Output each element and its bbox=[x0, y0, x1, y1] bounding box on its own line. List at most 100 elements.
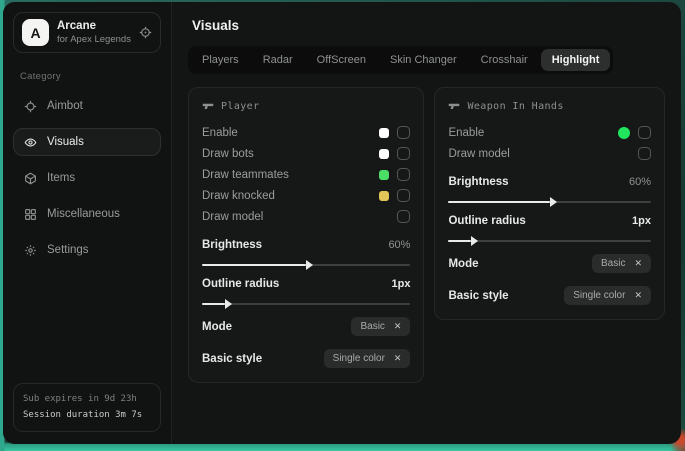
panel-title: Weapon In Hands bbox=[467, 101, 563, 112]
weapon-in-hands-panel: Weapon In Hands Enable Draw model bbox=[434, 87, 665, 320]
draw-teammates-checkbox[interactable] bbox=[397, 168, 410, 181]
eye-icon bbox=[24, 136, 37, 149]
close-icon[interactable]: ✕ bbox=[394, 353, 402, 364]
close-icon[interactable]: ✕ bbox=[634, 258, 642, 269]
tag-value: Single color bbox=[573, 290, 625, 301]
toggle-row-draw-bots: Draw bots bbox=[202, 143, 410, 164]
gun-icon bbox=[202, 100, 214, 112]
sidebar-item-aimbot[interactable]: Aimbot bbox=[13, 92, 161, 120]
session-duration-text: Session duration 3m 7s bbox=[23, 408, 151, 423]
basic-style-row: Basic style Single color ✕ bbox=[202, 348, 410, 369]
draw-bots-checkbox[interactable] bbox=[397, 147, 410, 160]
slider-label: Brightness bbox=[202, 239, 262, 251]
sidebar: A Arcane for Apex Legends Category Aimbo… bbox=[3, 2, 172, 444]
highlight-content: Player Enable Draw bots bbox=[188, 87, 665, 383]
target-icon[interactable] bbox=[139, 26, 152, 39]
enable-checkbox[interactable] bbox=[397, 126, 410, 139]
sidebar-item-items[interactable]: Items bbox=[13, 164, 161, 192]
cube-icon bbox=[24, 172, 37, 185]
tab-highlight[interactable]: Highlight bbox=[541, 49, 611, 71]
toggle-label: Enable bbox=[448, 127, 484, 139]
slider-thumb[interactable] bbox=[550, 197, 557, 207]
sidebar-item-visuals[interactable]: Visuals bbox=[13, 128, 161, 156]
slider-value: 60% bbox=[629, 176, 651, 188]
close-icon[interactable]: ✕ bbox=[634, 290, 642, 301]
toggle-label: Draw bots bbox=[202, 148, 254, 160]
sidebar-item-settings[interactable]: Settings bbox=[13, 236, 161, 264]
account-text: Arcane for Apex Legends bbox=[57, 19, 131, 45]
brightness-slider-row: Brightness 60% bbox=[202, 234, 410, 266]
basic-style-tag[interactable]: Single color ✕ bbox=[324, 349, 411, 368]
player-panel: Player Enable Draw bots bbox=[188, 87, 424, 383]
weapon-panel-header: Weapon In Hands bbox=[448, 100, 651, 112]
toggle-row-draw-knocked: Draw knocked bbox=[202, 185, 410, 206]
toggle-label: Draw model bbox=[448, 148, 509, 160]
toggle-label: Draw knocked bbox=[202, 190, 275, 202]
sidebar-item-label: Settings bbox=[47, 244, 89, 256]
gun-icon bbox=[448, 100, 460, 112]
color-swatch[interactable] bbox=[379, 191, 389, 201]
tab-offscreen[interactable]: OffScreen bbox=[306, 49, 377, 71]
tag-value: Single color bbox=[333, 353, 385, 364]
mode-row: Mode Basic ✕ bbox=[448, 253, 651, 274]
toggle-row-draw-model: Draw model bbox=[448, 143, 651, 164]
arcane-logo: A bbox=[22, 19, 49, 46]
mode-tag[interactable]: Basic ✕ bbox=[351, 317, 410, 336]
draw-model-checkbox[interactable] bbox=[638, 147, 651, 160]
outline-radius-slider[interactable] bbox=[202, 303, 410, 305]
toggle-row-draw-model: Draw model bbox=[202, 206, 410, 227]
slider-thumb[interactable] bbox=[225, 299, 232, 309]
visuals-tabbar: Players Radar OffScreen Skin Changer Cro… bbox=[188, 46, 613, 74]
slider-thumb[interactable] bbox=[306, 260, 313, 270]
sidebar-item-label: Miscellaneous bbox=[47, 208, 120, 220]
app-subtitle: for Apex Legends bbox=[57, 34, 131, 46]
outline-radius-slider[interactable] bbox=[448, 240, 651, 242]
slider-thumb[interactable] bbox=[471, 236, 478, 246]
color-swatch[interactable] bbox=[379, 128, 389, 138]
tab-skin-changer[interactable]: Skin Changer bbox=[379, 49, 468, 71]
brightness-slider[interactable] bbox=[448, 201, 651, 203]
tag-value: Basic bbox=[360, 321, 384, 332]
outline-radius-slider-row: Outline radius 1px bbox=[202, 273, 410, 305]
tag-row-label: Mode bbox=[202, 321, 232, 333]
slider-label: Outline radius bbox=[448, 215, 525, 227]
basic-style-tag[interactable]: Single color ✕ bbox=[564, 286, 651, 305]
slider-label: Brightness bbox=[448, 176, 508, 188]
sub-expiry-text: Sub expires in 9d 23h bbox=[23, 392, 151, 407]
category-label: Category bbox=[20, 71, 161, 82]
crosshair-icon bbox=[24, 100, 37, 113]
close-icon[interactable]: ✕ bbox=[394, 321, 402, 332]
panel-title: Player bbox=[221, 101, 260, 112]
mode-row: Mode Basic ✕ bbox=[202, 316, 410, 337]
app-title: Arcane bbox=[57, 19, 131, 33]
slider-value: 1px bbox=[632, 215, 651, 227]
sidebar-item-label: Visuals bbox=[47, 136, 84, 148]
tab-crosshair[interactable]: Crosshair bbox=[470, 49, 539, 71]
player-panel-header: Player bbox=[202, 100, 410, 112]
toggle-row-enable: Enable bbox=[448, 122, 651, 143]
toggle-row-draw-teammates: Draw teammates bbox=[202, 164, 410, 185]
tag-row-label: Basic style bbox=[448, 290, 508, 302]
draw-knocked-checkbox[interactable] bbox=[397, 189, 410, 202]
tab-radar[interactable]: Radar bbox=[252, 49, 304, 71]
mode-tag[interactable]: Basic ✕ bbox=[592, 254, 651, 273]
account-card: A Arcane for Apex Legends bbox=[13, 12, 161, 53]
arcane-window: A Arcane for Apex Legends Category Aimbo… bbox=[3, 2, 681, 444]
color-swatch[interactable] bbox=[618, 127, 630, 139]
toggle-label: Draw teammates bbox=[202, 169, 289, 181]
page-title: Visuals bbox=[192, 18, 665, 33]
draw-model-checkbox[interactable] bbox=[397, 210, 410, 223]
sidebar-item-miscellaneous[interactable]: Miscellaneous bbox=[13, 200, 161, 228]
sidebar-item-label: Aimbot bbox=[47, 100, 83, 112]
gear-icon bbox=[24, 244, 37, 257]
tag-row-label: Basic style bbox=[202, 353, 262, 365]
slider-value: 1px bbox=[392, 278, 411, 290]
grid-icon bbox=[24, 208, 37, 221]
tab-players[interactable]: Players bbox=[191, 49, 250, 71]
color-swatch[interactable] bbox=[379, 170, 389, 180]
color-swatch[interactable] bbox=[379, 149, 389, 159]
slider-value: 60% bbox=[388, 239, 410, 251]
brightness-slider[interactable] bbox=[202, 264, 410, 266]
enable-checkbox[interactable] bbox=[638, 126, 651, 139]
toggle-row-enable: Enable bbox=[202, 122, 410, 143]
